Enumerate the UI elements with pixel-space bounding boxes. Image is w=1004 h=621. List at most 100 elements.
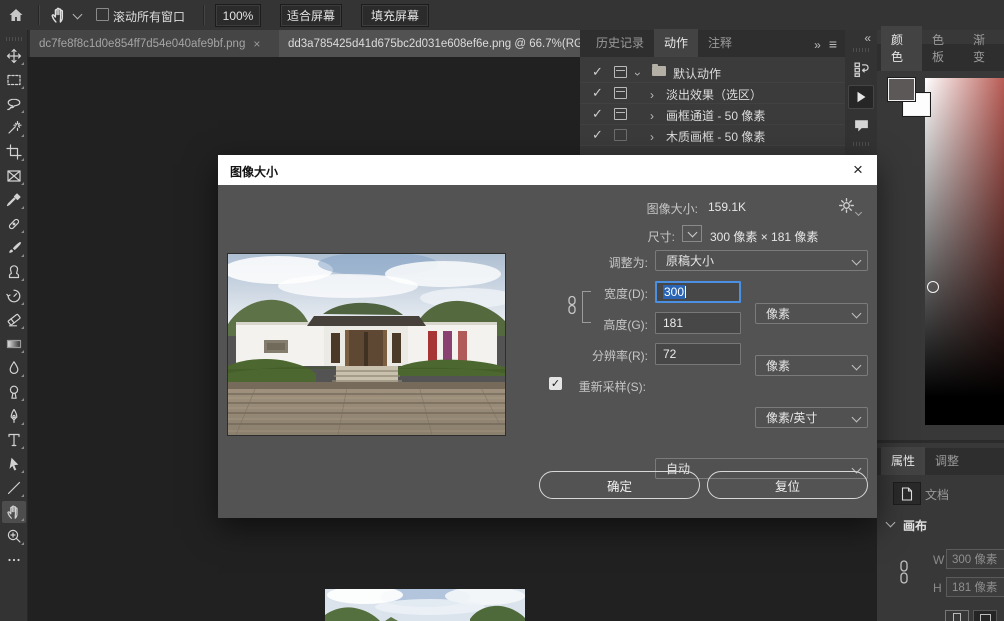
- color-gradient-field[interactable]: [925, 78, 1004, 425]
- action-set-name[interactable]: 默认动作: [673, 65, 721, 82]
- image-size-value: 159.1K: [708, 200, 746, 214]
- action-row-wood-frame[interactable]: ✓ › 木质画框 - 50 像素: [580, 125, 845, 146]
- lasso-tool[interactable]: [2, 93, 26, 115]
- dock-grip[interactable]: [853, 142, 869, 146]
- divider: [38, 5, 40, 25]
- fit-to-select[interactable]: 原稿大小: [655, 250, 868, 271]
- hand-tool[interactable]: [2, 501, 26, 523]
- edit-toolbar-ellipsis-icon[interactable]: [2, 549, 26, 571]
- actions-panel-icon[interactable]: [848, 85, 874, 109]
- move-tool[interactable]: [2, 45, 26, 67]
- height-input[interactable]: 181: [655, 312, 741, 334]
- action-modal-icon[interactable]: [614, 108, 627, 120]
- action-name[interactable]: 木质画框 - 50 像素: [666, 128, 765, 145]
- reset-button[interactable]: 复位: [707, 471, 868, 499]
- link-dimensions-icon[interactable]: [566, 295, 578, 318]
- frame-tool[interactable]: [2, 165, 26, 187]
- document-tab-active[interactable]: dd3a785425d41d675bc2d031e608ef6e.png @ 6…: [279, 30, 626, 57]
- action-modal-icon[interactable]: [614, 87, 627, 99]
- action-row-default-actions[interactable]: ✓ › 默认动作: [580, 62, 845, 83]
- orientation-portrait-icon[interactable]: [945, 610, 969, 621]
- marquee-tool[interactable]: [2, 69, 26, 91]
- panel-divider[interactable]: [877, 440, 1004, 443]
- notes-panel-icon[interactable]: [848, 113, 874, 137]
- type-tool[interactable]: [2, 429, 26, 451]
- color-picker-ring[interactable]: [927, 281, 939, 293]
- dodge-tool[interactable]: [2, 381, 26, 403]
- history-brush-tool[interactable]: [2, 285, 26, 307]
- document-properties-icon[interactable]: [893, 482, 921, 505]
- dock-grip[interactable]: [853, 48, 869, 52]
- history-panel-icon[interactable]: [848, 57, 874, 81]
- line-tool[interactable]: [2, 477, 26, 499]
- action-modal-icon[interactable]: [614, 129, 627, 141]
- healing-brush-tool[interactable]: [2, 213, 26, 235]
- tab-swatches[interactable]: 色板: [922, 26, 963, 71]
- hand-tool-option-icon[interactable]: [50, 6, 68, 27]
- orientation-landscape-icon[interactable]: [973, 610, 997, 621]
- tab-color[interactable]: 颜色: [881, 26, 922, 71]
- panel-more-icon[interactable]: »: [810, 33, 825, 57]
- blur-tool[interactable]: [2, 357, 26, 379]
- collapse-panels-icon[interactable]: «: [864, 30, 877, 45]
- ok-button[interactable]: 确定: [539, 471, 700, 499]
- action-row-fade-effect[interactable]: ✓ › 淡出效果（选区）: [580, 83, 845, 104]
- document-tab-inactive[interactable]: dc7fe8f8c1d0e854ff7d54e040afe9bf.png ×: [30, 30, 295, 57]
- canvas-link-dimensions-icon[interactable]: [898, 559, 910, 588]
- zoom-100-button[interactable]: 100%: [215, 4, 261, 27]
- width-input[interactable]: 300: [655, 281, 741, 303]
- width-unit-select[interactable]: 像素: [755, 303, 868, 324]
- panel-menu-icon[interactable]: ≡: [825, 31, 845, 57]
- action-check-icon[interactable]: ✓: [592, 127, 603, 143]
- tab-history[interactable]: 历史记录: [586, 29, 654, 57]
- tab-actions[interactable]: 动作: [654, 29, 698, 57]
- path-selection-tool[interactable]: [2, 453, 26, 475]
- canvas-section-collapse-icon[interactable]: [886, 518, 896, 528]
- action-check-icon[interactable]: ✓: [592, 106, 603, 122]
- action-name[interactable]: 淡出效果（选区）: [666, 86, 762, 103]
- action-check-icon[interactable]: ✓: [592, 64, 603, 80]
- expand-right-icon[interactable]: ›: [650, 109, 654, 123]
- expand-right-icon[interactable]: ›: [650, 88, 654, 102]
- properties-panel-tab-strip: 属性 调整: [877, 448, 1004, 475]
- action-modal-icon[interactable]: [614, 66, 627, 78]
- image-preview-thumbnail[interactable]: [227, 253, 506, 436]
- brush-tool[interactable]: [2, 237, 26, 259]
- dialog-title-bar[interactable]: 图像大小 ×: [218, 155, 877, 185]
- tab-notes[interactable]: 注释: [698, 29, 742, 57]
- quick-selection-tool[interactable]: [2, 117, 26, 139]
- action-check-icon[interactable]: ✓: [592, 85, 603, 101]
- tab-close-icon[interactable]: ×: [253, 37, 260, 51]
- fit-to-value: 原稿大小: [666, 252, 714, 269]
- tab-gradients[interactable]: 渐变: [963, 26, 1004, 71]
- toolbar-grip[interactable]: [6, 37, 22, 41]
- action-name[interactable]: 画框通道 - 50 像素: [666, 107, 765, 124]
- tab-adjustments[interactable]: 调整: [925, 447, 969, 475]
- fill-screen-button[interactable]: 填充屏幕: [361, 4, 429, 27]
- tab-properties[interactable]: 属性: [881, 447, 925, 475]
- height-unit-select[interactable]: 像素: [755, 355, 868, 376]
- scroll-all-windows-checkbox[interactable]: [96, 8, 109, 21]
- home-icon[interactable]: [8, 7, 24, 26]
- eraser-tool[interactable]: [2, 309, 26, 331]
- eyedropper-tool[interactable]: [2, 189, 26, 211]
- hand-tool-dropdown-icon[interactable]: [73, 10, 83, 20]
- dialog-close-icon[interactable]: ×: [845, 158, 871, 182]
- crop-tool[interactable]: [2, 141, 26, 163]
- dimensions-dropdown-icon[interactable]: [682, 225, 702, 242]
- clone-stamp-tool[interactable]: [2, 261, 26, 283]
- expand-down-icon[interactable]: ›: [631, 72, 645, 76]
- action-row-frame-channel[interactable]: ✓ › 画框通道 - 50 像素: [580, 104, 845, 125]
- gradient-tool[interactable]: [2, 333, 26, 355]
- foreground-color-swatch[interactable]: [888, 78, 915, 101]
- canvas-width-field[interactable]: 300 像素: [946, 549, 1004, 569]
- resolution-input[interactable]: 72: [655, 343, 741, 365]
- pen-tool[interactable]: [2, 405, 26, 427]
- resolution-unit-select[interactable]: 像素/英寸: [755, 407, 868, 428]
- gear-icon[interactable]: [838, 197, 855, 217]
- toolbar: [0, 30, 28, 621]
- zoom-tool[interactable]: [2, 525, 26, 547]
- fit-screen-button[interactable]: 适合屏幕: [280, 4, 342, 27]
- canvas-height-field[interactable]: 181 像素: [946, 577, 1004, 597]
- expand-right-icon[interactable]: ›: [650, 130, 654, 144]
